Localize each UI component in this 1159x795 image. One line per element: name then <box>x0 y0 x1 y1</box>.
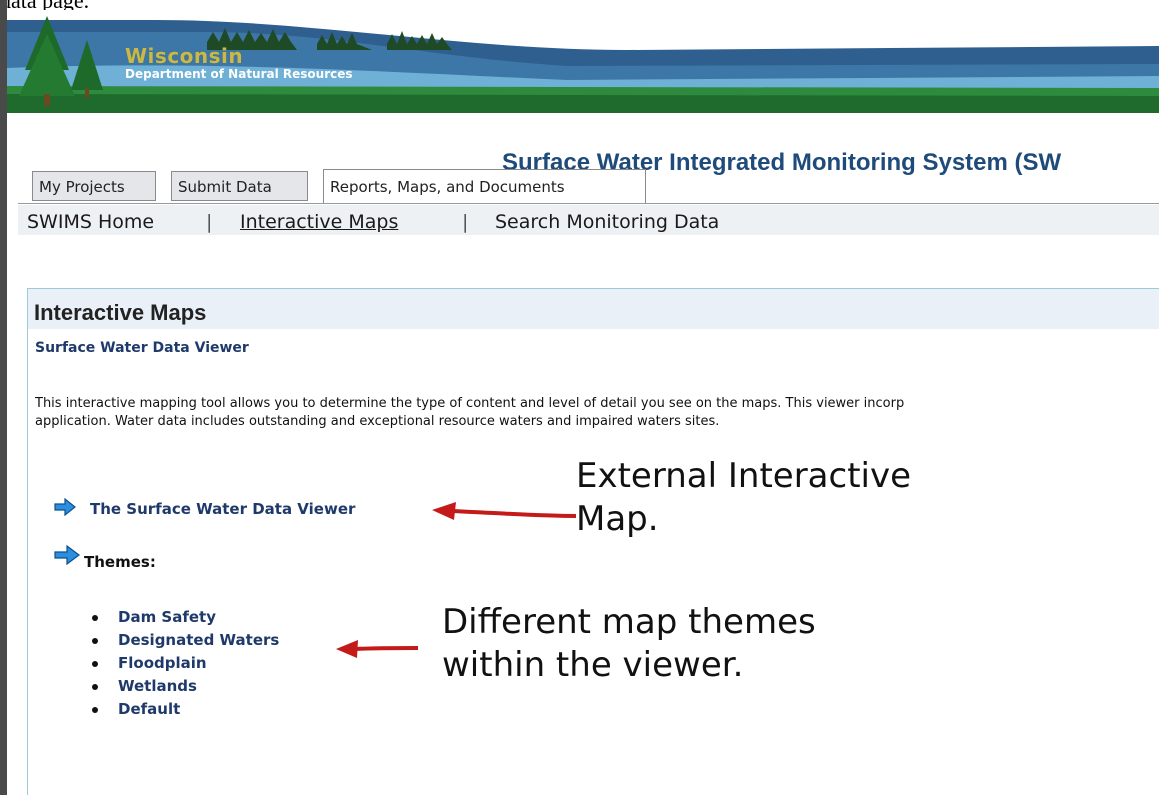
theme-link-wetlands[interactable]: Wetlands <box>92 677 279 700</box>
tab-my-projects[interactable]: My Projects <box>32 171 156 201</box>
nav-link-swims-home[interactable]: SWIMS Home <box>27 211 154 233</box>
section-subheading: Surface Water Data Viewer <box>35 340 249 356</box>
bullet-icon <box>92 615 98 621</box>
right-arrow-icon <box>54 498 76 516</box>
bullet-icon <box>92 707 98 713</box>
themes-list: Dam Safety Designated Waters Floodplain … <box>92 608 279 723</box>
description-text: This interactive mapping tool allows you… <box>35 395 1159 431</box>
dnr-banner: Wisconsin Department of Natural Resource… <box>7 10 1159 113</box>
description-line-1: This interactive mapping tool allows you… <box>35 396 905 411</box>
nav-link-search-monitoring-data[interactable]: Search Monitoring Data <box>495 211 719 233</box>
nav-separator: | <box>462 211 469 233</box>
left-arrow-icon <box>336 640 419 658</box>
surface-water-data-viewer-link[interactable]: The Surface Water Data Viewer <box>90 500 355 518</box>
tab-divider <box>18 203 1159 204</box>
panel-header: Interactive Maps <box>28 289 1159 329</box>
tab-submit-data[interactable]: Submit Data <box>171 171 308 201</box>
window-edge <box>0 0 7 795</box>
annotation-line: within the viewer. <box>442 645 744 685</box>
themes-label: Themes: <box>84 553 156 571</box>
bullet-icon <box>92 684 98 690</box>
annotation-external-map: External Interactive Map. <box>576 455 911 541</box>
annotation-line: External Interactive <box>576 456 912 496</box>
bullet-icon <box>92 638 98 644</box>
tab-reports-maps-documents[interactable]: Reports, Maps, and Documents <box>323 169 646 203</box>
left-arrow-icon <box>432 502 577 520</box>
logo-subtitle: Department of Natural Resources <box>125 67 353 81</box>
right-arrow-icon <box>54 545 80 565</box>
sub-navigation: SWIMS Home | Interactive Maps | Search M… <box>18 205 1159 235</box>
bullet-icon <box>92 661 98 667</box>
annotation-line: Map. <box>576 499 659 539</box>
nav-separator: | <box>206 211 213 233</box>
theme-link-default[interactable]: Default <box>92 700 279 723</box>
theme-link-designated-waters[interactable]: Designated Waters <box>92 631 279 654</box>
logo-title: Wisconsin <box>125 44 244 68</box>
nav-link-interactive-maps[interactable]: Interactive Maps <box>240 211 398 233</box>
theme-link-floodplain[interactable]: Floodplain <box>92 654 279 677</box>
panel-title: Interactive Maps <box>34 300 207 325</box>
description-line-2: application. Water data includes outstan… <box>35 414 720 429</box>
annotation-line: Different map themes <box>442 602 816 642</box>
annotation-map-themes: Different map themes within the viewer. <box>442 601 816 687</box>
theme-link-dam-safety[interactable]: Dam Safety <box>92 608 279 631</box>
